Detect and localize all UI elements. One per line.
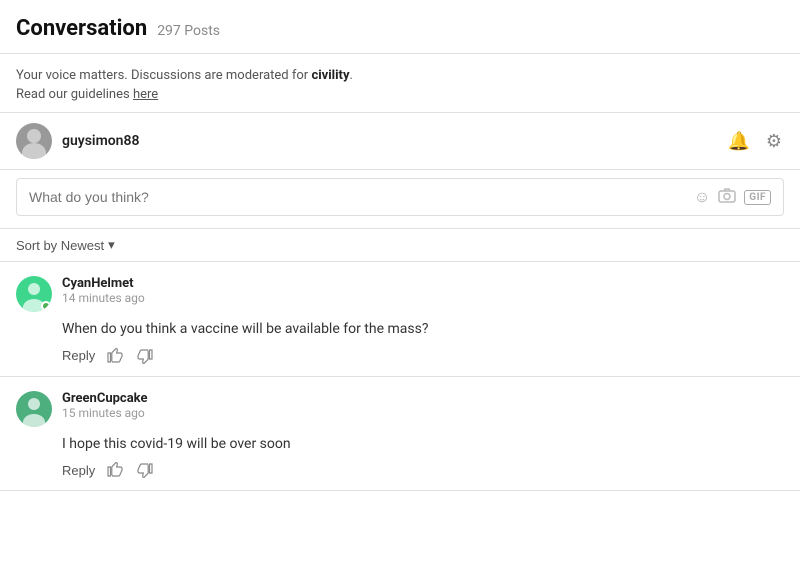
sort-label: Sort by Newest — [16, 238, 104, 253]
sort-button[interactable]: Sort by Newest ▾ — [16, 237, 115, 253]
user-info: guysimon88 — [16, 123, 139, 159]
comment-item: CyanHelmet 14 minutes ago When do you th… — [0, 262, 800, 377]
thumbdown-button[interactable] — [135, 348, 155, 364]
user-action-icons: 🔔 ⚙ — [725, 129, 784, 154]
comment-body: I hope this covid-19 will be over soon — [62, 435, 784, 455]
guidelines-line1: Your voice matters. Discussions are mode… — [16, 68, 784, 83]
post-count: 297 Posts — [157, 23, 220, 39]
comment-time: 14 minutes ago — [62, 291, 145, 305]
comment-meta: CyanHelmet 14 minutes ago — [62, 276, 145, 305]
comment-body: When do you think a vaccine will be avai… — [62, 320, 784, 340]
avatar — [16, 391, 52, 427]
compose-area: ☺ GIF — [0, 170, 800, 229]
bell-icon: 🔔 — [727, 131, 749, 152]
page-title: Conversation — [16, 16, 147, 41]
user-row: guysimon88 🔔 ⚙ — [0, 113, 800, 170]
emoji-icon[interactable]: ☺ — [694, 187, 710, 207]
chevron-down-icon: ▾ — [108, 237, 115, 253]
comment-actions: Reply — [62, 348, 784, 364]
comment-time: 15 minutes ago — [62, 406, 148, 420]
comment-actions: Reply — [62, 462, 784, 478]
current-username: guysimon88 — [62, 133, 139, 149]
gear-icon: ⚙ — [766, 131, 782, 152]
compose-input[interactable] — [29, 189, 694, 205]
gif-icon[interactable]: GIF — [744, 190, 771, 205]
comment-username: GreenCupcake — [62, 391, 148, 406]
sort-row: Sort by Newest ▾ — [0, 229, 800, 262]
comment-item: GreenCupcake 15 minutes ago I hope this … — [0, 377, 800, 492]
compose-input-wrapper: ☺ GIF — [16, 178, 784, 216]
comments-section: CyanHelmet 14 minutes ago When do you th… — [0, 262, 800, 491]
online-indicator — [41, 301, 51, 311]
thumbup-button[interactable] — [105, 348, 125, 364]
guidelines-line2: Read our guidelines here — [16, 87, 784, 102]
comment-header: CyanHelmet 14 minutes ago — [16, 276, 784, 312]
comment-header: GreenCupcake 15 minutes ago — [16, 391, 784, 427]
thumbdown-button[interactable] — [135, 462, 155, 478]
avatar — [16, 123, 52, 159]
notification-bell-button[interactable]: 🔔 — [725, 129, 751, 154]
comment-meta: GreenCupcake 15 minutes ago — [62, 391, 148, 420]
compose-icons: ☺ GIF — [694, 187, 771, 207]
reply-button[interactable]: Reply — [62, 463, 95, 478]
guidelines-section: Your voice matters. Discussions are mode… — [0, 54, 800, 113]
camera-icon[interactable] — [718, 187, 736, 207]
avatar — [16, 276, 52, 312]
comment-username: CyanHelmet — [62, 276, 145, 291]
guidelines-link[interactable]: here — [133, 87, 158, 102]
reply-button[interactable]: Reply — [62, 348, 95, 363]
settings-button[interactable]: ⚙ — [764, 129, 784, 154]
conversation-header: Conversation 297 Posts — [0, 0, 800, 54]
thumbup-button[interactable] — [105, 462, 125, 478]
